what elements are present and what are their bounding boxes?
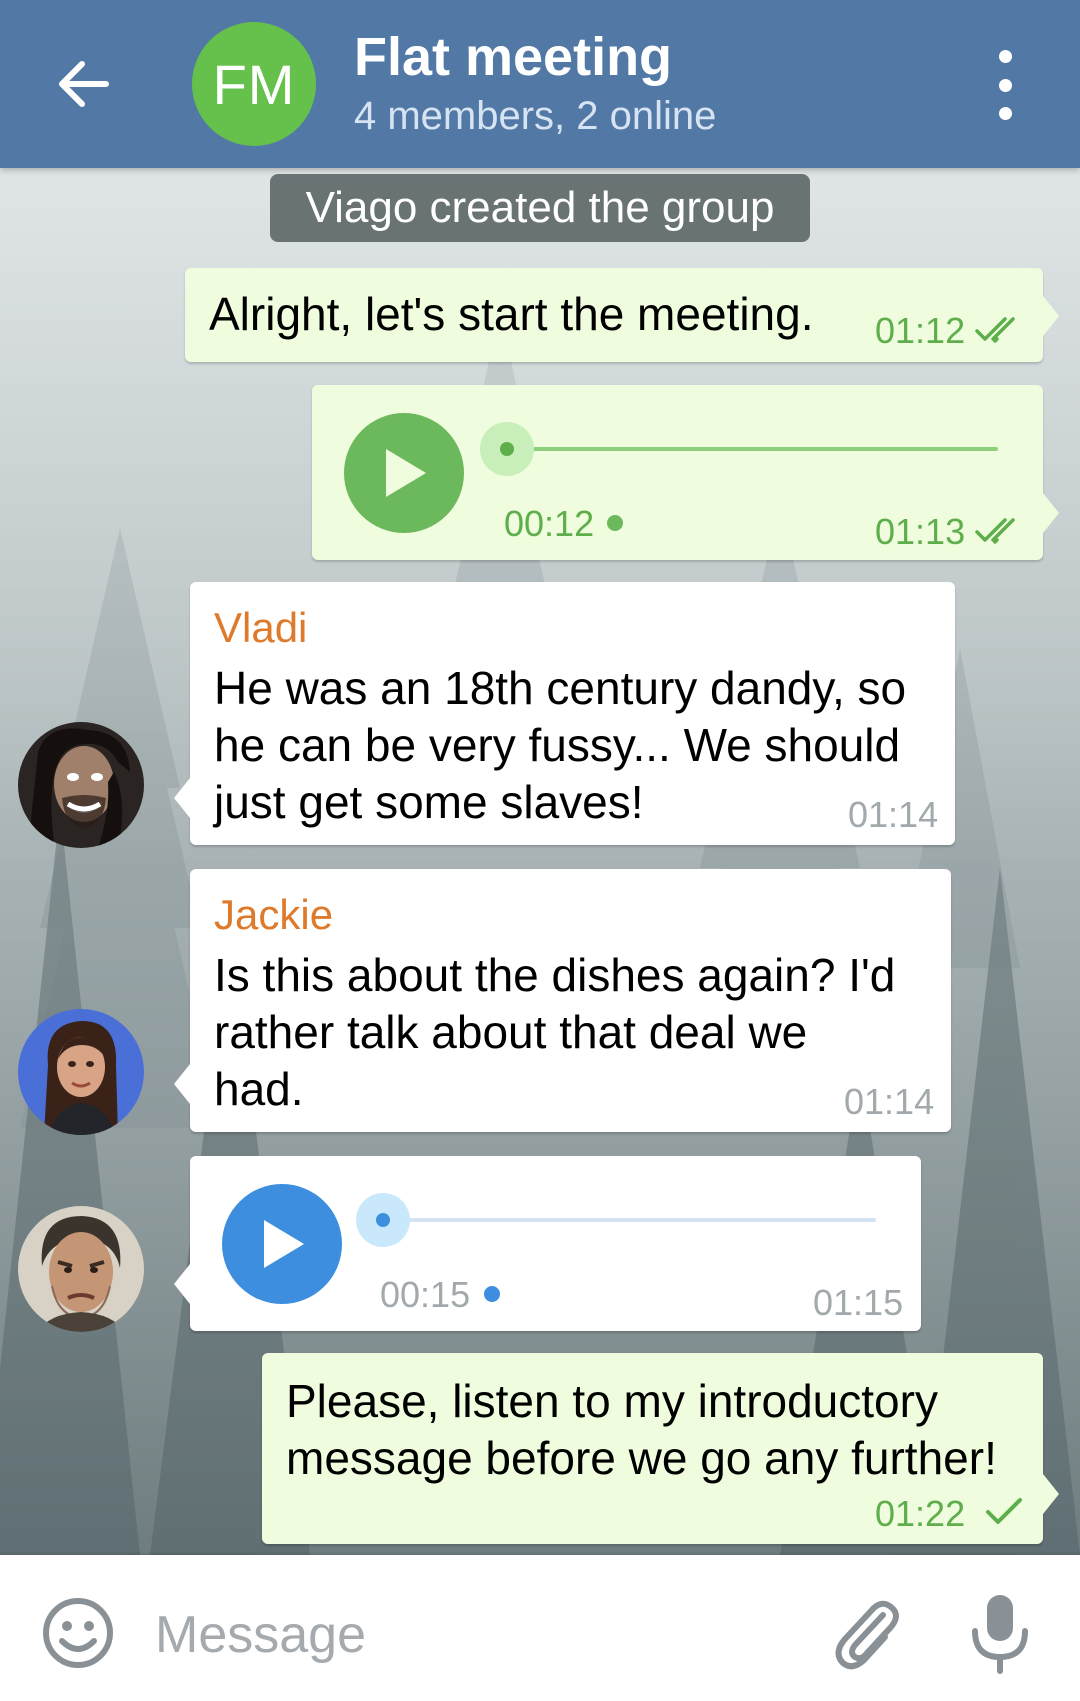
message-text-line: just get some slaves! (214, 776, 644, 828)
message-text-line: Is this about the dishes again? I'd (214, 949, 896, 1001)
check-icon (986, 1498, 1022, 1524)
avatar-member[interactable] (18, 1206, 144, 1332)
message-bubble-outgoing[interactable]: Please, listen to my introductory messag… (262, 1353, 1043, 1544)
message-text-line: He was an 18th century dandy, so (214, 662, 907, 714)
more-menu-button[interactable] (985, 50, 1025, 120)
double-check-icon (975, 518, 1015, 544)
play-button[interactable] (344, 413, 464, 533)
unplayed-dot (607, 515, 623, 531)
message-text-line: message before we go any further! (286, 1432, 997, 1484)
voice-message-incoming[interactable]: 00:15 01:15 (190, 1156, 921, 1331)
service-message: Viago created the group (270, 174, 810, 242)
paperclip-icon (835, 1600, 899, 1670)
avatar-jackie[interactable] (18, 1009, 144, 1135)
sender-name: Jackie (214, 891, 334, 938)
chat-subtitle: 4 members, 2 online (354, 94, 717, 138)
bubble-tail (174, 778, 190, 818)
attach-button[interactable] (825, 1593, 905, 1673)
message-text: Alright, let's start the meeting. (209, 288, 814, 340)
sender-name: Vladi (214, 604, 308, 651)
message-time: 01:22 (875, 1493, 966, 1534)
message-bubble-incoming[interactable]: Vladi He was an 18th century dandy, so h… (190, 582, 955, 845)
bubble-tail (174, 1264, 190, 1304)
voice-message-outgoing[interactable]: 00:12 01:13 (312, 385, 1043, 560)
chat-title[interactable]: Flat meeting (354, 26, 672, 88)
play-icon (386, 449, 426, 497)
voice-duration: 00:15 (380, 1274, 471, 1315)
more-vertical-icon (998, 50, 1012, 63)
play-icon (264, 1220, 304, 1268)
message-composer (0, 1555, 1080, 1701)
play-button[interactable] (222, 1184, 342, 1304)
back-button[interactable] (44, 44, 124, 124)
message-bubble-outgoing[interactable]: Alright, let's start the meeting. 01:12 (185, 268, 1043, 362)
bubble-tail (1043, 1474, 1059, 1514)
arrow-left-icon (59, 61, 109, 107)
group-avatar[interactable]: FM (192, 22, 316, 146)
voice-progress-track[interactable] (490, 447, 998, 451)
message-time: 01:12 (875, 310, 966, 351)
smile-icon (43, 1598, 113, 1668)
microphone-icon (972, 1595, 1028, 1674)
voice-progress-knob (500, 442, 514, 456)
bubble-tail (1043, 296, 1059, 336)
more-vertical-dot (998, 107, 1012, 120)
message-text-line: had. (214, 1063, 304, 1115)
more-vertical-dot (998, 78, 1012, 92)
message-text-line: Please, listen to my introductory (286, 1375, 938, 1427)
emoji-button[interactable] (40, 1595, 116, 1671)
voice-record-button[interactable] (965, 1591, 1035, 1677)
voice-progress-knob (376, 1213, 390, 1227)
bubble-tail (174, 1064, 190, 1104)
message-text-line: rather talk about that deal we (214, 1006, 808, 1058)
double-check-icon (975, 317, 1015, 343)
message-time: 01:13 (875, 511, 966, 552)
chat-header: FM Flat meeting 4 members, 2 online (0, 0, 1080, 168)
message-input[interactable] (155, 1595, 795, 1675)
message-time: 01:15 (813, 1282, 904, 1323)
message-time: 01:14 (844, 1081, 935, 1122)
voice-progress-track[interactable] (368, 1218, 876, 1222)
message-time: 01:14 (848, 794, 939, 835)
unplayed-dot (484, 1286, 500, 1302)
bubble-tail (1043, 493, 1059, 533)
message-bubble-incoming[interactable]: Jackie Is this about the dishes again? I… (190, 869, 951, 1132)
message-text-line: he can be very fussy... We should (214, 719, 901, 771)
avatar-vladi[interactable] (18, 722, 144, 848)
chat-background (0, 168, 1080, 1555)
voice-duration: 00:12 (504, 503, 595, 544)
